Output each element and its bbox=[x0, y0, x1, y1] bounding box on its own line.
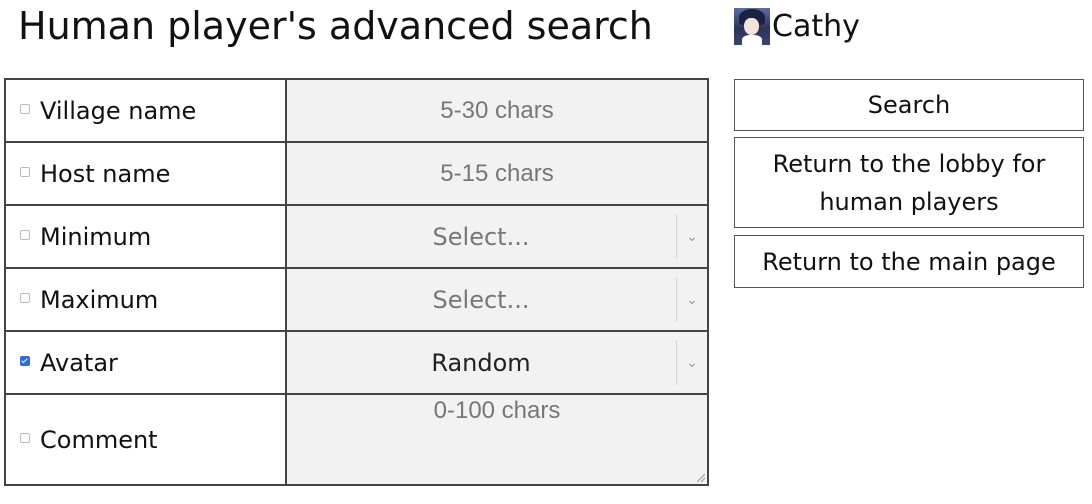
maximum-select-value: Select... bbox=[432, 285, 530, 314]
comment-textarea[interactable]: 0-100 chars bbox=[285, 393, 709, 486]
form-row-minimum: Minimum Select... ⌄ bbox=[4, 204, 709, 269]
village-name-checkbox[interactable] bbox=[20, 103, 30, 114]
minimum-select[interactable]: Select... ⌄ bbox=[285, 204, 709, 269]
search-button[interactable]: Search bbox=[734, 79, 1084, 131]
maximum-select[interactable]: Select... ⌄ bbox=[285, 267, 709, 332]
host-name-placeholder: 5-15 chars bbox=[440, 159, 554, 187]
user-badge: Cathy bbox=[734, 6, 860, 46]
maximum-checkbox[interactable] bbox=[20, 292, 30, 303]
maximum-label: Maximum bbox=[40, 285, 159, 314]
village-name-input[interactable]: 5-30 chars bbox=[285, 78, 709, 143]
form-row-comment: Comment 0-100 chars bbox=[4, 393, 709, 486]
form-row-host-name: Host name 5-15 chars bbox=[4, 141, 709, 206]
avatar-checkbox[interactable] bbox=[20, 355, 30, 366]
host-name-input[interactable]: 5-15 chars bbox=[285, 141, 709, 206]
village-name-label: Village name bbox=[40, 96, 197, 125]
host-name-checkbox[interactable] bbox=[20, 166, 30, 177]
comment-label: Comment bbox=[40, 425, 158, 454]
search-form-table: Village name 5-30 chars Host name 5-15 c… bbox=[4, 78, 709, 486]
avatar-select-value: Random bbox=[431, 348, 531, 377]
resize-handle-icon[interactable] bbox=[697, 474, 705, 482]
character-avatar-icon bbox=[734, 7, 770, 45]
chevron-down-icon: ⌄ bbox=[676, 214, 707, 259]
return-to-main-button[interactable]: Return to the main page bbox=[734, 235, 1084, 288]
minimum-select-value: Select... bbox=[432, 222, 530, 251]
form-row-maximum: Maximum Select... ⌄ bbox=[4, 267, 709, 332]
avatar-label: Avatar bbox=[40, 348, 118, 377]
user-name: Cathy bbox=[772, 8, 860, 44]
form-row-village-name: Village name 5-30 chars bbox=[4, 78, 709, 143]
minimum-checkbox[interactable] bbox=[20, 229, 30, 240]
comment-checkbox[interactable] bbox=[20, 432, 30, 443]
minimum-label: Minimum bbox=[40, 222, 152, 251]
village-name-placeholder: 5-30 chars bbox=[440, 96, 554, 124]
avatar-select[interactable]: Random ⌄ bbox=[285, 330, 709, 395]
chevron-down-icon: ⌄ bbox=[676, 277, 707, 322]
chevron-down-icon: ⌄ bbox=[676, 340, 707, 385]
host-name-label: Host name bbox=[40, 159, 171, 188]
comment-placeholder: 0-100 chars bbox=[433, 397, 561, 424]
page-title: Human player's advanced search bbox=[18, 4, 653, 48]
form-row-avatar: Avatar Random ⌄ bbox=[4, 330, 709, 395]
return-to-lobby-button[interactable]: Return to the lobby for human players bbox=[734, 137, 1084, 228]
